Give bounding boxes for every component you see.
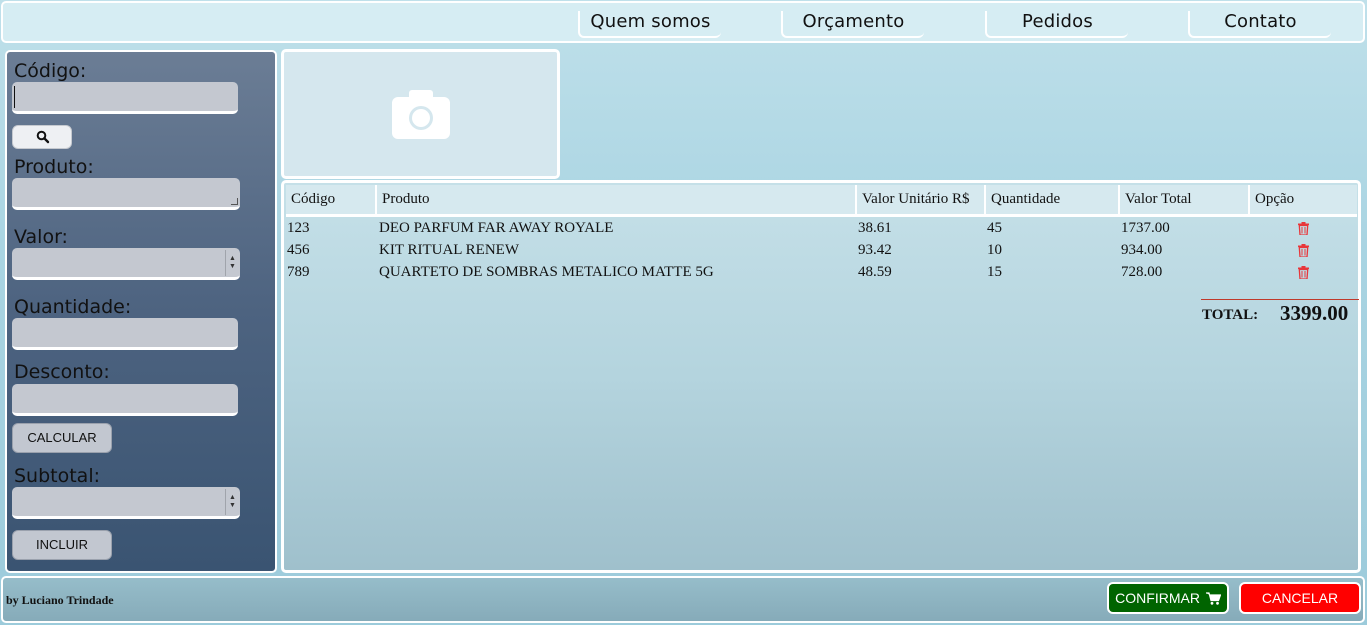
cell-produto: DEO PARFUM FAR AWAY ROYALE xyxy=(379,220,614,236)
cell-valor-unitario: 38.61 xyxy=(858,220,892,236)
trash-icon[interactable] xyxy=(1298,222,1309,235)
trash-icon[interactable] xyxy=(1298,244,1309,257)
footer: by Luciano Trindade CONFIRMAR CANCELAR xyxy=(1,576,1365,623)
product-form: Código: Produto: Valor: ▲ ▼ Quantidade: D… xyxy=(5,50,277,573)
text-caret xyxy=(14,86,15,108)
table-header: Código Produto Valor Unitário R$ Quantid… xyxy=(286,185,1357,217)
cell-valor-total: 934.00 xyxy=(1121,242,1163,258)
cell-valor-total: 1737.00 xyxy=(1121,220,1170,236)
col-codigo: Código xyxy=(286,185,377,214)
nav-pedidos[interactable]: Pedidos xyxy=(985,11,1128,38)
cell-produto: KIT RITUAL RENEW xyxy=(379,242,519,258)
trash-icon[interactable] xyxy=(1298,266,1309,279)
codigo-input[interactable] xyxy=(12,82,238,114)
cell-codigo: 456 xyxy=(287,242,310,258)
subtotal-label: Subtotal: xyxy=(14,465,101,487)
cell-valor-unitario: 48.59 xyxy=(858,264,892,280)
author-credit: by Luciano Trindade xyxy=(6,593,114,607)
top-nav: Quem somos Orçamento Pedidos Contato xyxy=(1,1,1365,43)
nav-contato[interactable]: Contato xyxy=(1188,11,1331,38)
quantidade-label: Quantidade: xyxy=(14,296,132,318)
cancel-button[interactable]: CANCELAR xyxy=(1239,582,1361,614)
cell-produto: QUARTETO DE SOMBRAS METALICO MATTE 5G xyxy=(379,264,714,280)
order-table: Código Produto Valor Unitário R$ Quantid… xyxy=(281,180,1361,573)
cell-valor-unitario: 93.42 xyxy=(858,242,892,258)
confirm-label: CONFIRMAR xyxy=(1115,590,1200,606)
total-value: 3399.00 xyxy=(1280,301,1349,325)
incluir-button[interactable]: INCLUIR xyxy=(12,530,112,560)
cell-quantidade: 10 xyxy=(987,242,1002,258)
col-produto: Produto xyxy=(377,185,857,214)
product-image-placeholder xyxy=(281,49,560,179)
produto-textarea[interactable] xyxy=(12,178,240,210)
produto-label: Produto: xyxy=(14,156,94,178)
cell-quantidade: 45 xyxy=(987,220,1002,236)
nav-quem-somos[interactable]: Quem somos xyxy=(578,11,721,38)
col-quantidade: Quantidade xyxy=(986,185,1120,214)
desconto-label: Desconto: xyxy=(14,361,110,383)
quantidade-input[interactable] xyxy=(12,318,238,350)
spinner-arrows[interactable]: ▲ ▼ xyxy=(225,250,239,276)
total-label: TOTAL: xyxy=(1202,307,1259,323)
cart-icon xyxy=(1205,592,1222,605)
nav-orcamento[interactable]: Orçamento xyxy=(781,11,924,38)
resize-handle[interactable] xyxy=(231,198,238,205)
col-valor-total: Valor Total xyxy=(1120,185,1250,214)
camera-icon xyxy=(392,90,450,139)
subtotal-input[interactable]: ▲ ▼ xyxy=(12,487,240,519)
cell-valor-total: 728.00 xyxy=(1121,264,1163,280)
col-opcao: Opção xyxy=(1255,191,1295,207)
cell-quantidade: 15 xyxy=(987,264,1002,280)
calcular-button[interactable]: CALCULAR xyxy=(12,423,112,453)
valor-label: Valor: xyxy=(14,226,68,248)
desconto-input[interactable] xyxy=(12,384,238,416)
confirm-button[interactable]: CONFIRMAR xyxy=(1107,582,1229,614)
spinner-arrows[interactable]: ▲ ▼ xyxy=(225,489,239,515)
cell-codigo: 789 xyxy=(287,264,310,280)
total-divider xyxy=(1201,299,1359,300)
codigo-label: Código: xyxy=(14,60,87,82)
search-icon xyxy=(36,130,50,144)
cell-codigo: 123 xyxy=(287,220,310,236)
search-button[interactable] xyxy=(12,125,72,149)
col-valor-unitario: Valor Unitário R$ xyxy=(857,185,986,214)
valor-input[interactable]: ▲ ▼ xyxy=(12,248,240,280)
